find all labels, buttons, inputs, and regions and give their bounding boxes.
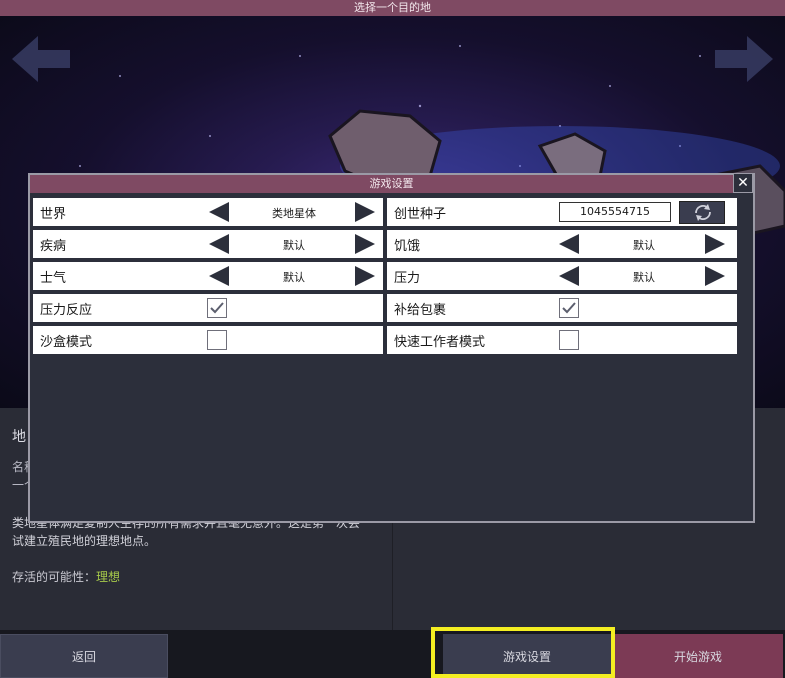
setting-row-stress-reactions: 压力反应 xyxy=(33,294,383,322)
setting-label: 快速工作者模式 xyxy=(394,335,486,350)
sandbox-checkbox[interactable] xyxy=(207,330,227,350)
start-game-button[interactable]: 开始游戏 xyxy=(613,634,783,678)
setting-row-sandbox: 沙盒模式 xyxy=(33,326,383,354)
setting-label: 压力 xyxy=(394,271,421,286)
window-title: 选择一个目的地 xyxy=(0,0,785,16)
previous-destination-arrow-icon[interactable] xyxy=(12,34,72,84)
stress-reactions-checkbox[interactable] xyxy=(207,298,227,318)
next-option-arrow-icon[interactable] xyxy=(705,234,725,254)
previous-option-arrow-icon[interactable] xyxy=(209,266,229,286)
checkmark-icon xyxy=(562,302,576,314)
setting-label: 创世种子 xyxy=(394,207,447,222)
setting-value: 类地星体 xyxy=(272,207,316,220)
setting-label: 世界 xyxy=(40,207,67,222)
game-settings-dialog: 游戏设置 世界 类地星体 疾病 默认 士气 默认 压力反应 沙盒模式 创世种子 … xyxy=(28,173,755,523)
previous-option-arrow-icon[interactable] xyxy=(559,266,579,286)
setting-value: 默认 xyxy=(283,239,305,252)
game-settings-button[interactable]: 游戏设置 xyxy=(443,634,611,678)
setting-row-stress: 压力 默认 xyxy=(387,262,737,290)
setting-label: 饥饿 xyxy=(394,239,421,254)
setting-label: 沙盒模式 xyxy=(40,335,93,350)
setting-label: 疾病 xyxy=(40,239,67,254)
next-option-arrow-icon[interactable] xyxy=(355,202,375,222)
previous-option-arrow-icon[interactable] xyxy=(209,234,229,254)
close-dialog-button[interactable]: ✕ xyxy=(733,173,753,193)
setting-value: 默认 xyxy=(633,239,655,252)
next-option-arrow-icon[interactable] xyxy=(355,266,375,286)
planet-description-line2: 试建立殖民地的理想地点。 xyxy=(12,534,157,548)
next-destination-arrow-icon[interactable] xyxy=(713,34,773,84)
setting-value: 默认 xyxy=(283,271,305,284)
setting-row-morale: 士气 默认 xyxy=(33,262,383,290)
next-option-arrow-icon[interactable] xyxy=(705,266,725,286)
setting-row-care-packages: 补给包裹 xyxy=(387,294,737,322)
setting-label: 压力反应 xyxy=(40,303,93,318)
setting-row-fast-workers: 快速工作者模式 xyxy=(387,326,737,354)
setting-row-disease: 疾病 默认 xyxy=(33,230,383,258)
refresh-icon xyxy=(695,204,711,221)
next-option-arrow-icon[interactable] xyxy=(355,234,375,254)
fast-workers-checkbox[interactable] xyxy=(559,330,579,350)
setting-label: 士气 xyxy=(40,271,67,286)
survival-label: 存活的可能性： xyxy=(12,570,97,584)
world-seed-input[interactable]: 1045554715 xyxy=(559,202,671,222)
previous-option-arrow-icon[interactable] xyxy=(209,202,229,222)
back-button[interactable]: 返回 xyxy=(0,634,168,678)
survival-value: 理想 xyxy=(96,570,121,584)
reroll-seed-button[interactable] xyxy=(679,201,725,224)
setting-value: 默认 xyxy=(633,271,655,284)
setting-row-world: 世界 类地星体 xyxy=(33,198,383,226)
survival-chance: 存活的可能性：理想 xyxy=(12,568,120,585)
care-packages-checkbox[interactable] xyxy=(559,298,579,318)
setting-row-hunger: 饥饿 默认 xyxy=(387,230,737,258)
planet-section-title: 地 xyxy=(12,429,26,445)
previous-option-arrow-icon[interactable] xyxy=(559,234,579,254)
setting-label: 补给包裹 xyxy=(394,303,447,318)
destination-screen: 选择一个目的地 地 名称 一个 类地星体满足复制人生存的所有需求并且毫无意外。这… xyxy=(0,0,785,678)
setting-row-world-seed: 创世种子 1045554715 xyxy=(387,198,737,226)
dialog-title: 游戏设置 xyxy=(30,175,753,193)
checkmark-icon xyxy=(210,302,224,314)
